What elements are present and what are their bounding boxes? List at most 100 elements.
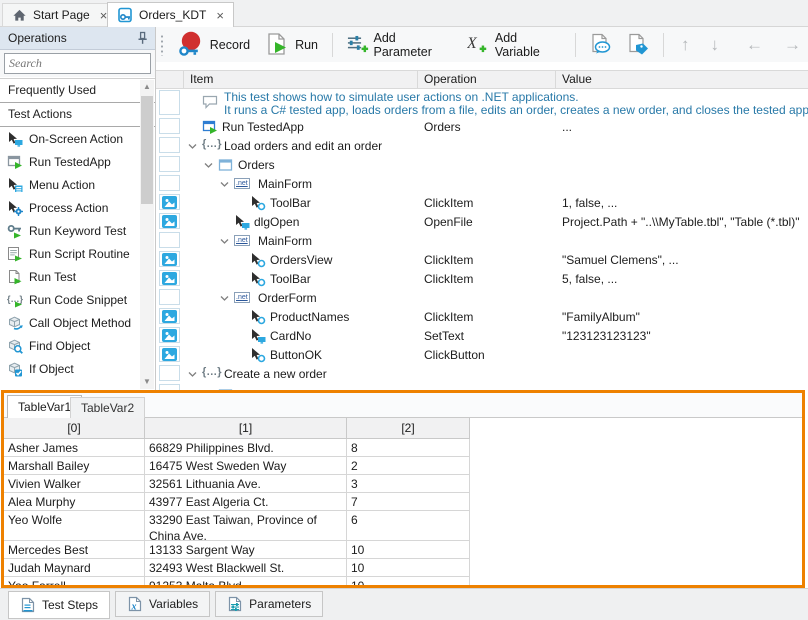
cell[interactable]: 91253 Malta Blvd.: [145, 577, 347, 585]
op-run-testedapp[interactable]: Run TestedApp: [0, 150, 155, 173]
table-row[interactable]: Yao Farrell 91253 Malta Blvd. 10: [4, 577, 802, 585]
tree-row-mainform[interactable]: .net MainForm: [156, 231, 808, 250]
tree-row-comment[interactable]: This test shows how to simulate user act…: [156, 89, 808, 117]
tree-row-toolbar[interactable]: ToolBar ClickItem 1, false, ...: [156, 193, 808, 212]
image-icon[interactable]: [162, 310, 177, 323]
tree-row-orders[interactable]: Orders: [156, 155, 808, 174]
scroll-up-arrow[interactable]: ▲: [140, 80, 154, 94]
scrollbar-thumb[interactable]: [141, 96, 153, 204]
tree-row-orders-partial[interactable]: Orders: [156, 383, 808, 390]
table-row[interactable]: Yeo Wolfe 33290 East Taiwan, Province of…: [4, 511, 802, 541]
tree-row-toolbar[interactable]: ToolBar ClickItem 5, false, ...: [156, 269, 808, 288]
value-cell[interactable]: "Samuel Clemens", ...: [562, 253, 679, 267]
cell[interactable]: Alea Murphy: [4, 493, 145, 511]
close-icon[interactable]: ×: [216, 8, 224, 23]
pin-icon[interactable]: [136, 31, 149, 45]
table-row[interactable]: Marshall Bailey 16475 West Sweden Way 2: [4, 457, 802, 475]
tree-row-mainform[interactable]: .net MainForm: [156, 174, 808, 193]
cell[interactable]: 10: [347, 559, 470, 577]
operation-cell[interactable]: ClickItem: [424, 196, 473, 210]
tree-row-orderform[interactable]: .net OrderForm: [156, 288, 808, 307]
cell[interactable]: Asher James: [4, 439, 145, 457]
op-find-object[interactable]: Find Object: [0, 334, 155, 357]
op-run-code-snippet[interactable]: {…} Run Code Snippet: [0, 288, 155, 311]
cell[interactable]: 13133 Sargent Way: [145, 541, 347, 559]
cell[interactable]: Judah Maynard: [4, 559, 145, 577]
value-cell[interactable]: "123123123123": [562, 329, 651, 343]
tree-row-group[interactable]: {…} Create a new order: [156, 364, 808, 383]
sidebar-scrollbar[interactable]: ▲ ▼: [140, 80, 154, 389]
op-menu-action[interactable]: Menu Action: [0, 173, 155, 196]
op-run-script-routine[interactable]: Run Script Routine: [0, 242, 155, 265]
footer-tab-parameters[interactable]: Parameters: [215, 591, 323, 617]
add-variable-button[interactable]: X Add Variable: [463, 29, 565, 61]
move-down-button[interactable]: ↓: [704, 35, 727, 55]
operation-cell[interactable]: SetText: [424, 329, 464, 343]
cell[interactable]: 66829 Philippines Blvd.: [145, 439, 347, 457]
tree-row-dlgopen[interactable]: dlgOpen OpenFile Project.Path + "..\\MyT…: [156, 212, 808, 231]
operation-cell[interactable]: ClickItem: [424, 253, 473, 267]
cell[interactable]: 3: [347, 475, 470, 493]
table-row[interactable]: Mercedes Best 13133 Sargent Way 10: [4, 541, 802, 559]
add-label-button[interactable]: [623, 31, 653, 58]
cell[interactable]: Mercedes Best: [4, 541, 145, 559]
chevron-down-icon[interactable]: [188, 371, 197, 378]
chevron-down-icon[interactable]: [188, 143, 197, 150]
op-process-action[interactable]: Process Action: [0, 196, 155, 219]
tab-tablevar2[interactable]: TableVar2: [70, 397, 145, 418]
cell[interactable]: Vivien Walker: [4, 475, 145, 493]
cell[interactable]: 7: [347, 493, 470, 511]
chevron-down-icon[interactable]: [220, 295, 229, 302]
scroll-down-arrow[interactable]: ▼: [140, 375, 154, 389]
op-call-object-method[interactable]: Call Object Method: [0, 311, 155, 334]
table-row[interactable]: Judah Maynard 32493 West Blackwell St. 1…: [4, 559, 802, 577]
table-row[interactable]: Alea Murphy 43977 East Algeria Ct. 7: [4, 493, 802, 511]
cell[interactable]: 8: [347, 439, 470, 457]
cell[interactable]: 43977 East Algeria Ct.: [145, 493, 347, 511]
chevron-down-icon[interactable]: [204, 162, 213, 169]
operation-cell[interactable]: ClickItem: [424, 272, 473, 286]
tree-row-run-testedapp[interactable]: Run TestedApp Orders ...: [156, 117, 808, 136]
tab-orders-kdt[interactable]: Orders_KDT ×: [107, 2, 234, 27]
cell[interactable]: Marshall Bailey: [4, 457, 145, 475]
category-test-actions[interactable]: Test Actions: [0, 103, 155, 127]
cell[interactable]: 32561 Lithuania Ave.: [145, 475, 347, 493]
value-cell[interactable]: 5, false, ...: [562, 272, 617, 286]
image-icon[interactable]: [162, 215, 177, 228]
move-up-button[interactable]: ↑: [674, 35, 697, 55]
toolbar-grip[interactable]: [160, 34, 164, 56]
footer-tab-variables[interactable]: x Variables: [115, 591, 210, 617]
operation-cell[interactable]: ClickItem: [424, 310, 473, 324]
op-run-keyword-test[interactable]: Run Keyword Test: [0, 219, 155, 242]
op-on-screen-action[interactable]: On-Screen Action: [0, 127, 155, 150]
op-run-test[interactable]: Run Test: [0, 265, 155, 288]
image-icon[interactable]: [162, 253, 177, 266]
cell[interactable]: 32493 West Blackwell St.: [145, 559, 347, 577]
tab-start-page[interactable]: Start Page ×: [2, 3, 117, 27]
tree-row-buttonok[interactable]: ButtonOK ClickButton: [156, 345, 808, 364]
footer-tab-test-steps[interactable]: Test Steps: [8, 591, 110, 619]
record-button[interactable]: Record: [173, 29, 254, 60]
tree-row-cardno[interactable]: CardNo SetText "123123123123": [156, 326, 808, 345]
tree-row-group[interactable]: {…} Load orders and edit an order: [156, 136, 808, 155]
search-input[interactable]: [9, 56, 154, 71]
cell[interactable]: 2: [347, 457, 470, 475]
run-button[interactable]: Run: [261, 30, 322, 59]
add-comment-button[interactable]: [586, 31, 616, 58]
category-frequently-used[interactable]: Frequently Used: [0, 79, 155, 103]
operation-cell[interactable]: ClickButton: [424, 348, 485, 362]
cell[interactable]: Yeo Wolfe: [4, 511, 145, 541]
table-row[interactable]: Vivien Walker 32561 Lithuania Ave. 3: [4, 475, 802, 493]
chevron-down-icon[interactable]: [220, 181, 229, 188]
tree-row-ordersview[interactable]: OrdersView ClickItem "Samuel Clemens", .…: [156, 250, 808, 269]
op-if-object[interactable]: If Object: [0, 357, 155, 380]
operation-cell[interactable]: Orders: [424, 120, 461, 134]
cell[interactable]: 10: [347, 541, 470, 559]
chevron-down-icon[interactable]: [220, 238, 229, 245]
value-cell[interactable]: Project.Path + "..\\MyTable.tbl", "Table…: [562, 215, 799, 229]
image-icon[interactable]: [162, 272, 177, 285]
cell[interactable]: 10: [347, 577, 470, 585]
value-cell[interactable]: "FamilyAlbum": [562, 310, 640, 324]
tree-row-productnames[interactable]: ProductNames ClickItem "FamilyAlbum": [156, 307, 808, 326]
move-right-button[interactable]: →: [777, 35, 808, 55]
